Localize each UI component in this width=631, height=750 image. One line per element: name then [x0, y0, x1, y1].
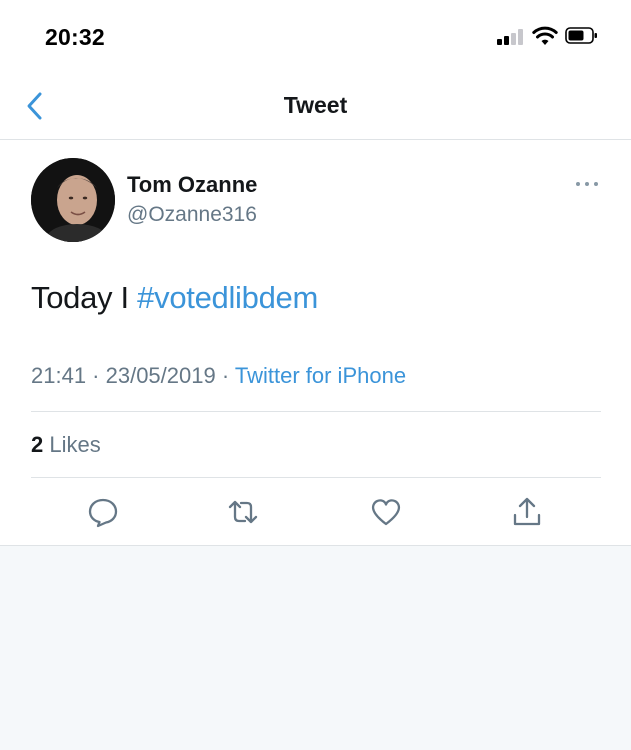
share-icon — [513, 497, 541, 526]
author-handle: @Ozanne316 — [127, 203, 257, 226]
signal-icon — [497, 29, 525, 45]
status-time: 20:32 — [45, 24, 105, 50]
tweet-source-link[interactable]: Twitter for iPhone — [235, 363, 406, 388]
share-button[interactable] — [510, 495, 544, 529]
divider — [31, 477, 601, 478]
meta-separator: · — [215, 363, 235, 388]
retweet-button[interactable] — [226, 495, 260, 529]
battery-icon — [565, 27, 598, 44]
like-icon — [371, 499, 401, 526]
likes-count-button[interactable]: 2 Likes — [31, 432, 101, 458]
wifi-icon — [532, 25, 558, 47]
avatar[interactable] — [31, 158, 115, 242]
like-button[interactable] — [369, 495, 403, 529]
divider — [31, 411, 601, 412]
tweet-screen: 20:32 Tweet Tom Ozanne @Ozanne316 Today … — [0, 0, 631, 546]
tweet-timestamp: 21:41 · 23/05/2019 — [31, 363, 216, 388]
nav-divider — [0, 139, 631, 140]
likes-label: Likes — [43, 432, 101, 457]
tweet-text: Today I #votedlibdem — [31, 280, 318, 316]
retweet-icon — [228, 500, 258, 524]
reply-button[interactable] — [86, 495, 120, 529]
author-name[interactable]: Tom Ozanne — [127, 172, 257, 198]
reply-icon — [88, 498, 118, 528]
hashtag-link[interactable]: #votedlibdem — [137, 280, 318, 315]
tweet-text-prefix: Today I — [31, 280, 138, 315]
page-title: Tweet — [283, 92, 348, 118]
likes-count: 2 — [31, 432, 44, 457]
more-icon[interactable] — [574, 177, 600, 191]
tweet-meta: 21:41 · 23/05/2019 · Twitter for iPhone — [31, 363, 406, 389]
